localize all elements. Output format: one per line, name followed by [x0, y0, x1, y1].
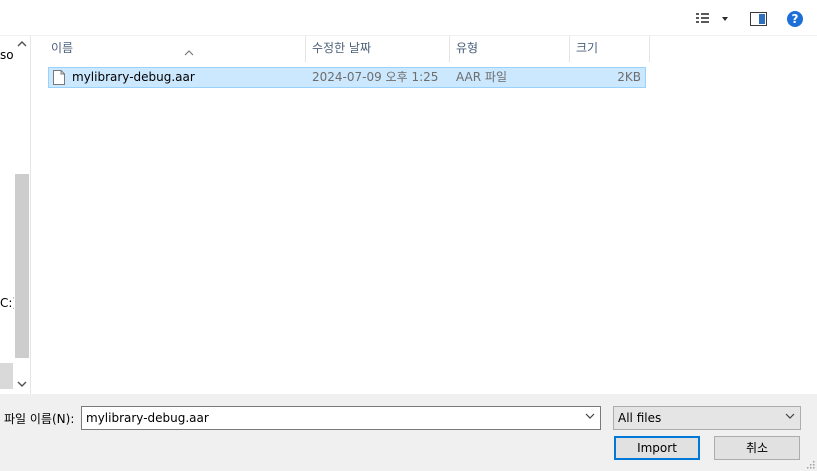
filename-combobox[interactable]	[81, 406, 601, 430]
sort-ascending-icon	[184, 28, 194, 56]
filter-value: All files	[618, 411, 662, 425]
scrollbar-thumb[interactable]	[15, 174, 29, 358]
column-name-label: 이름	[51, 41, 74, 55]
file-size: 2KB	[617, 70, 641, 84]
scroll-up-icon[interactable]	[14, 38, 30, 54]
dialog-footer: 파일 이름(N): All files Import 취소	[0, 394, 817, 471]
column-date-label: 수정한 날짜	[312, 41, 372, 55]
column-header-date[interactable]: 수정한 날짜	[306, 36, 450, 62]
column-type-label: 유형	[456, 41, 479, 55]
cancel-button[interactable]: 취소	[714, 436, 800, 460]
column-header-size[interactable]: 크기	[570, 36, 650, 62]
change-view-button[interactable]	[694, 11, 732, 27]
scroll-down-icon[interactable]	[14, 378, 30, 394]
nav-scrollbar[interactable]	[14, 36, 30, 394]
file-icon	[53, 70, 65, 85]
column-size-label: 크기	[576, 41, 599, 55]
filename-label: 파일 이름(N):	[4, 412, 75, 426]
nav-item-selected-partial[interactable]	[0, 363, 13, 389]
file-row[interactable]: mylibrary-debug.aar 2024-07-09 오후 1:25 A…	[48, 67, 646, 88]
details-view-icon	[696, 13, 728, 23]
help-button[interactable]: ?	[787, 11, 803, 27]
preview-pane-icon	[750, 12, 767, 26]
preview-pane-button[interactable]	[750, 12, 767, 26]
import-button[interactable]: Import	[614, 436, 700, 460]
chevron-down-icon[interactable]	[784, 411, 796, 425]
file-list: 이름 수정한 날짜 유형 크기 mylibrary-debug.aar 2024…	[31, 36, 817, 394]
filename-input[interactable]	[82, 407, 580, 429]
file-open-dialog: ? soı C:) 이름 수정한 날짜 유형 크기 mylibrary-debu…	[0, 0, 817, 471]
resize-grip-icon[interactable]	[805, 459, 815, 469]
navigation-pane: soı C:)	[0, 36, 31, 394]
file-type-filter[interactable]: All files	[613, 406, 801, 430]
file-name: mylibrary-debug.aar	[72, 70, 195, 84]
file-date: 2024-07-09 오후 1:25	[312, 70, 439, 84]
file-type: AAR 파일	[456, 70, 507, 84]
column-header-name[interactable]: 이름	[45, 36, 306, 62]
column-header-type[interactable]: 유형	[450, 36, 570, 62]
toolbar: ?	[0, 0, 817, 36]
help-icon: ?	[791, 12, 799, 26]
chevron-down-icon[interactable]	[584, 411, 596, 425]
